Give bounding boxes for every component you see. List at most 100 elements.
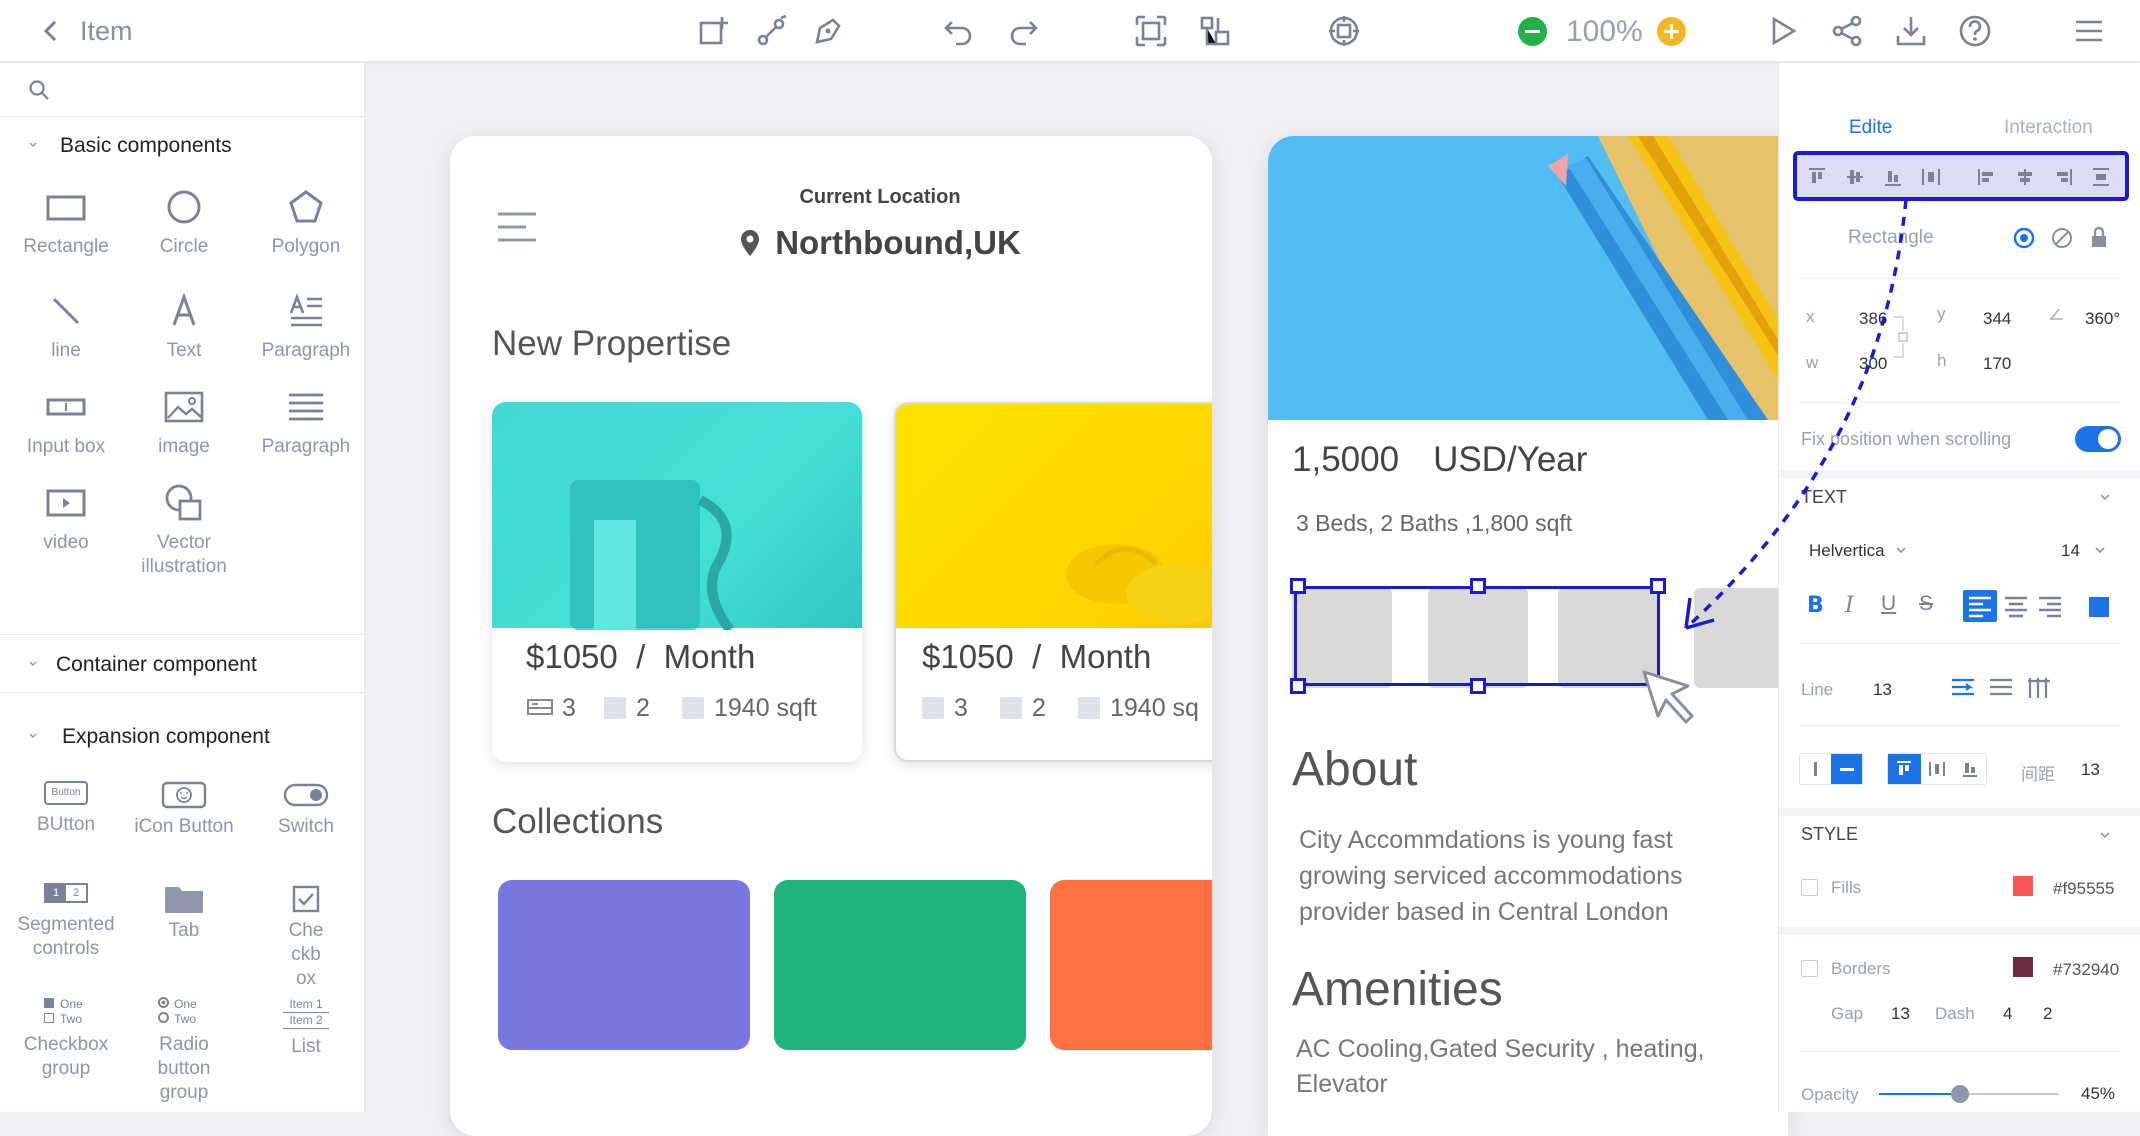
gap-value[interactable]: 13 (1891, 1004, 1910, 1024)
property-card[interactable]: $1050 / Month 3 2 1940 sq (894, 402, 1212, 762)
component-paragraph[interactable]: Paragraph (246, 291, 366, 363)
chevron-down-icon[interactable] (2099, 493, 2111, 503)
distribute-vertical-icon[interactable] (2091, 167, 2111, 187)
opacity-value[interactable]: 45% (2081, 1084, 2115, 1104)
hamburger-menu-icon[interactable] (496, 210, 538, 244)
component-list[interactable]: Item 1 Item 2 List (246, 997, 366, 1059)
property-card[interactable]: $1050 / Month 3 2 1940 sqft (492, 402, 862, 762)
opacity-slider-thumb[interactable] (1951, 1085, 1969, 1103)
zoom-in-icon[interactable] (1657, 17, 1686, 46)
zoom-out-icon[interactable] (1518, 17, 1547, 46)
visibility-icon[interactable] (2013, 227, 2035, 249)
component-line[interactable]: line (6, 291, 126, 363)
font-size-select[interactable]: 14 (2061, 541, 2106, 561)
align-right-icon[interactable] (2053, 167, 2073, 187)
borders-hex[interactable]: #732940 (2053, 960, 2119, 980)
fix-position-toggle[interactable] (2075, 426, 2121, 452)
strikethrough-icon[interactable]: S (1919, 592, 1933, 616)
target-icon[interactable] (1327, 14, 1361, 48)
fills-checkbox[interactable] (1801, 879, 1818, 896)
component-tab[interactable]: Tab (124, 883, 244, 943)
collection-tile[interactable] (498, 880, 750, 1050)
component-segmented-controls[interactable]: 1 2 Segmented controls (6, 883, 126, 961)
undo-icon[interactable] (942, 14, 976, 48)
component-video[interactable]: video (6, 483, 126, 555)
collection-tile[interactable] (1050, 880, 1212, 1050)
resize-handle[interactable] (1470, 678, 1486, 694)
dash-value-1[interactable]: 4 (2003, 1004, 2012, 1024)
line-height-value[interactable]: 13 (1873, 680, 1892, 700)
fills-hex[interactable]: #f95555 (2053, 879, 2114, 899)
distribute-horizontal-icon[interactable] (1921, 167, 1941, 187)
component-checkbox-group[interactable]: One Two Checkbox group (6, 997, 126, 1081)
align-center-icon[interactable] (2015, 167, 2035, 187)
resize-handle[interactable] (1290, 678, 1306, 694)
align-middle-icon[interactable] (1845, 167, 1865, 187)
menu-icon[interactable] (2072, 14, 2106, 48)
basic-components-header[interactable]: Basic components (0, 132, 365, 162)
chevron-down-icon[interactable] (2099, 831, 2111, 841)
help-icon[interactable] (1958, 14, 1992, 48)
fills-color-swatch[interactable] (2013, 876, 2033, 896)
tab-edit[interactable]: Edite (1849, 117, 1892, 139)
component-paragraph-lines[interactable]: Paragraph (246, 387, 366, 459)
horizontal-text-icon[interactable] (1831, 754, 1862, 784)
resize-handle[interactable] (1290, 578, 1306, 594)
dash-value-2[interactable]: 2 (2043, 1004, 2052, 1024)
align-left-icon[interactable] (1977, 167, 1997, 187)
frame-icon[interactable] (1134, 14, 1168, 48)
borders-color-swatch[interactable] (2013, 957, 2033, 977)
align-bottom-icon[interactable] (1883, 167, 1903, 187)
tab-interaction[interactable]: Interaction (2004, 117, 2093, 139)
component-circle[interactable]: Circle (124, 187, 244, 259)
component-input-box[interactable]: Input box (6, 387, 126, 459)
valign-bottom-icon[interactable] (1953, 754, 1986, 784)
container-component-header[interactable]: Container component (0, 651, 365, 681)
location[interactable]: Northbound,UK (690, 224, 1070, 262)
text-align-left-icon[interactable] (1963, 590, 1997, 622)
component-checkbox[interactable]: Checkbox (246, 883, 366, 991)
component-vector-illustration[interactable]: Vector illustration (124, 483, 244, 579)
play-icon[interactable] (1766, 14, 1800, 48)
valign-top-icon[interactable] (1888, 754, 1921, 784)
text-direction-toggle[interactable] (1799, 753, 1863, 785)
text-vertical-center-icon[interactable] (1987, 675, 2015, 701)
vertical-text-icon[interactable] (1800, 754, 1831, 784)
component-image[interactable]: image (124, 387, 244, 459)
redo-icon[interactable] (1006, 14, 1040, 48)
component-button[interactable]: Button BUtton (6, 781, 126, 837)
text-color-swatch[interactable] (2089, 597, 2109, 617)
angle-value[interactable]: 360° (2085, 309, 2120, 329)
search-input[interactable] (0, 63, 365, 117)
text-align-right-icon[interactable] (2035, 591, 2065, 621)
component-rectangle[interactable]: Rectangle (6, 187, 126, 259)
text-align-center-icon[interactable] (2001, 591, 2031, 621)
y-value[interactable]: 344 (1983, 309, 2011, 329)
expansion-component-header[interactable]: Expansion component (0, 723, 365, 753)
resize-handle[interactable] (1470, 578, 1486, 594)
text-distribute-icon[interactable] (2025, 675, 2053, 701)
hide-icon[interactable] (2051, 227, 2073, 249)
new-page-icon[interactable] (697, 14, 731, 48)
valign-middle-icon[interactable] (1921, 754, 1954, 784)
share-icon[interactable] (1830, 14, 1864, 48)
lock-icon[interactable] (2089, 226, 2109, 248)
component-polygon[interactable]: Polygon (246, 187, 366, 259)
back-button[interactable]: Item (40, 14, 133, 48)
h-value[interactable]: 170 (1983, 354, 2011, 374)
component-text[interactable]: Text (124, 291, 244, 363)
text-wrap-icon[interactable] (1949, 675, 1977, 701)
download-icon[interactable] (1894, 14, 1928, 48)
align-icon[interactable] (1198, 14, 1232, 48)
opacity-slider-track[interactable] (1879, 1085, 2059, 1103)
align-top-icon[interactable] (1807, 167, 1827, 187)
borders-checkbox[interactable] (1801, 960, 1818, 977)
component-radio-button-group[interactable]: One Two Radio button group (124, 997, 244, 1105)
pen-icon[interactable] (811, 14, 845, 48)
vector-icon[interactable] (755, 14, 789, 48)
spacing-value[interactable]: 13 (2081, 760, 2100, 780)
collection-tile[interactable] (774, 880, 1026, 1050)
component-switch[interactable]: Switch (246, 781, 366, 839)
selection-box[interactable] (1294, 586, 1660, 686)
component-icon-button[interactable]: iCon Button (124, 781, 244, 839)
